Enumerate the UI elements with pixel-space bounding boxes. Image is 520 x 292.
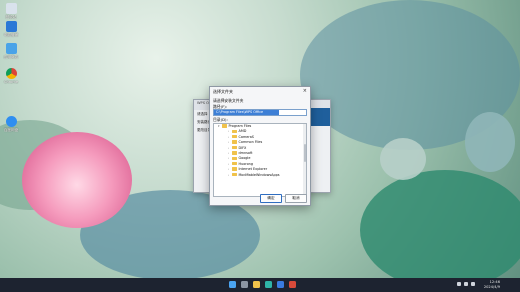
folder-icon [232, 167, 237, 171]
pc-manager-icon [5, 21, 17, 32]
desktop-icon-chrome[interactable]: Chrome [2, 68, 20, 84]
wifi-icon[interactable] [464, 282, 468, 286]
lotus-pod [465, 112, 515, 172]
search-icon[interactable] [241, 281, 248, 288]
system-tray [457, 282, 475, 286]
dialog-title: 选择文件夹 [213, 89, 233, 94]
desktop-icon-cloud-drive[interactable]: 百度网盘 [2, 116, 20, 133]
close-icon[interactable]: × [303, 88, 307, 94]
installer-brand-panel [308, 108, 330, 126]
start-icon[interactable] [229, 281, 236, 288]
cloud-drive-icon [5, 116, 17, 127]
folder-icon [232, 156, 237, 161]
folder-icon [232, 145, 237, 150]
folder-icon [232, 140, 237, 144]
ok-button[interactable]: 确定 [260, 194, 282, 203]
path-input[interactable]: C:\Program Files\WPS Office [213, 109, 307, 116]
recycle-bin-icon [5, 3, 17, 14]
folder-tree[interactable]: ▾ Program Files › AMD › CameraS › Common Fil… [213, 123, 307, 197]
taskbar: 12:46 2024/4/9 [0, 278, 520, 292]
folder-icon [232, 172, 237, 177]
tree-item[interactable]: › ModifiableWindowsApps [214, 173, 306, 178]
scrollbar-thumb[interactable] [303, 144, 306, 162]
folder-icon [232, 162, 237, 166]
desktop-icon-pc-manager[interactable]: 电脑管家 [2, 21, 20, 38]
chrome-icon [5, 68, 17, 79]
folder-icon [222, 124, 227, 128]
folder-icon [232, 129, 237, 134]
cancel-button[interactable]: 取消 [285, 194, 307, 203]
taskbar-apps [229, 281, 296, 288]
lotus-pod [380, 138, 426, 180]
edge-icon[interactable] [265, 281, 272, 288]
volume-icon[interactable] [471, 282, 475, 286]
tree-scrollbar[interactable] [303, 124, 306, 196]
folder-icon [232, 135, 237, 139]
app-store-icon [5, 43, 17, 54]
desktop-icon-app-store[interactable]: 应用商店 [2, 43, 20, 60]
clock-date: 2024/4/9 [483, 284, 500, 289]
lotus-flower [22, 132, 132, 228]
installer-label: 请选择 [197, 112, 208, 116]
desktop-icon-recycle-bin[interactable]: 回收站 [2, 3, 20, 20]
chevron-up-icon[interactable] [457, 282, 461, 286]
file-explorer-icon[interactable] [253, 281, 260, 288]
clock[interactable]: 12:46 2024/4/9 [484, 280, 500, 290]
path-input-value: C:\Program Files\WPS Office [214, 110, 279, 115]
select-folder-dialog: 选择文件夹 × 请选择安装文件夹 路径(F): C:\Program Files… [209, 86, 311, 206]
store-icon[interactable] [277, 281, 284, 288]
installer-app-icon[interactable] [289, 281, 296, 288]
folder-icon [232, 151, 237, 155]
wallpaper-leaf [360, 170, 520, 278]
